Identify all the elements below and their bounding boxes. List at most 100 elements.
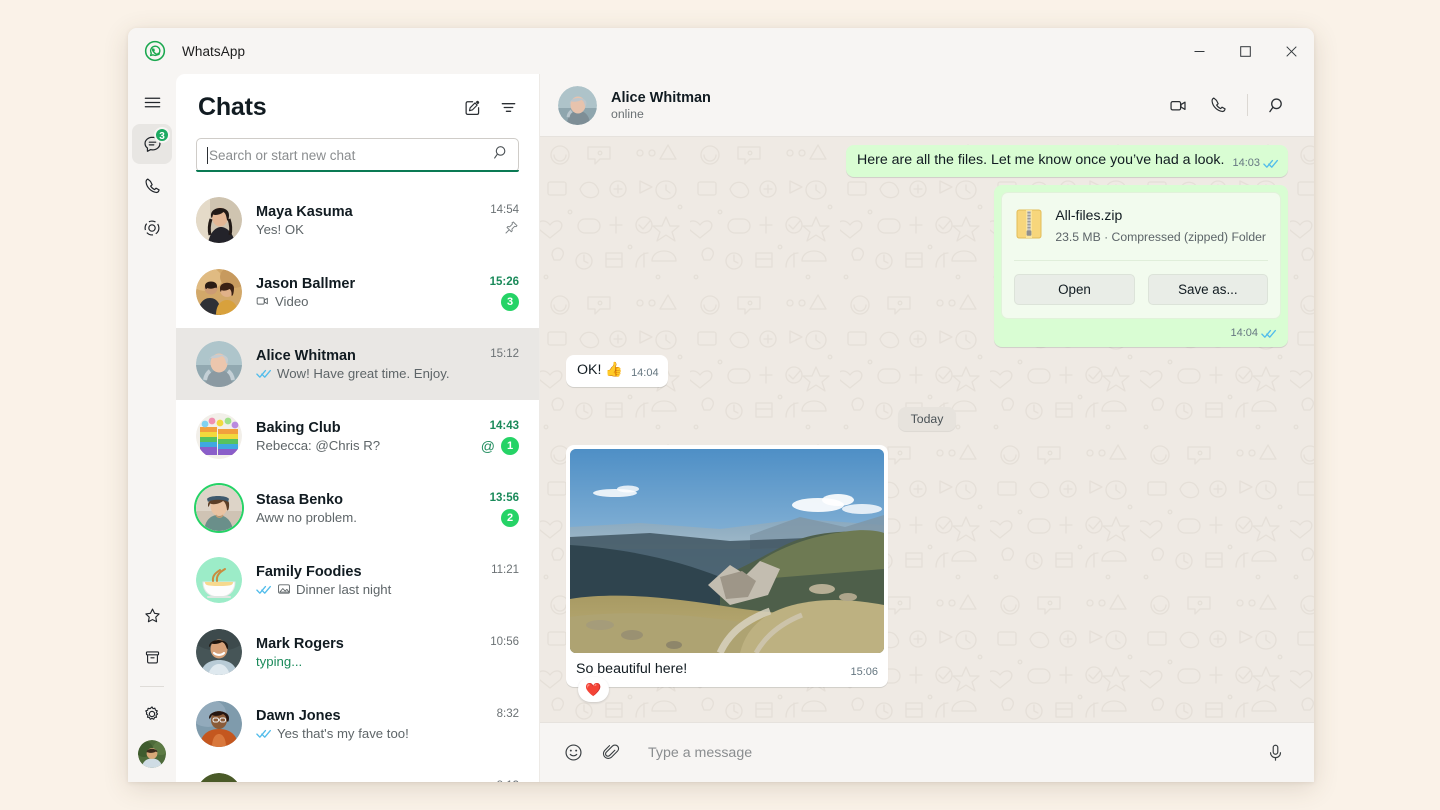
chat-list-item[interactable]: Family FoodiesDinner last night11:21 [176,544,539,616]
open-file-button[interactable]: Open [1014,274,1134,305]
message-text: OK! 👍 [577,362,623,378]
phone-icon[interactable] [1199,86,1237,124]
chat-item-message: Rebecca: @Chris R? [256,438,380,453]
mountain-ridge-photo[interactable] [570,449,884,653]
chat-item-meta: 14:43 @1 [477,413,519,459]
chat-item-content: Alice Whitman Wow! Have great time. Enjoy… [242,348,477,381]
video-camera-icon[interactable] [1159,86,1197,124]
chat-item-badges: 3 [501,293,519,311]
avatar[interactable] [196,269,242,315]
rail-divider [140,686,164,687]
archive-box-icon[interactable] [132,637,172,677]
compose-pencil-icon[interactable] [455,90,489,124]
avatar[interactable] [196,557,242,603]
microphone-icon[interactable] [1256,734,1294,772]
chat-item-time: 8:13 [497,780,519,783]
maximize-button[interactable] [1222,28,1268,74]
avatar[interactable] [196,773,242,782]
chat-item-name: Alice Whitman [256,348,477,364]
zip-folder-icon [1016,209,1042,245]
chat-list-item[interactable]: Alice Whitman Wow! Have great time. Enjoy… [176,328,539,400]
file-name: All-files.zip [1055,206,1266,225]
smiley-icon[interactable] [554,734,592,772]
avatar[interactable] [196,629,242,675]
search-box[interactable] [196,138,519,172]
message-reaction[interactable]: ❤️ [578,677,609,702]
hamburger-menu-icon[interactable] [132,82,172,122]
save-as-button[interactable]: Save as... [1148,274,1268,305]
message-bubble-text[interactable]: OK! 👍14:04 [566,355,668,387]
filter-icon[interactable] [491,90,525,124]
pin-icon [504,220,519,240]
search-input[interactable] [209,148,493,163]
chat-item-content: Jason BallmerVideo [242,276,477,309]
video-icon [256,294,270,308]
chat-list-item[interactable]: Jason BallmerVideo 15:26 3 [176,256,539,328]
star-icon[interactable] [132,595,172,635]
chat-item-badges: 2 [501,509,519,527]
avatar[interactable] [196,341,242,387]
chat-item-meta: 11:21 [477,557,519,603]
double-check-icon [256,584,272,595]
chat-list-item[interactable]: Maya KasumaYes! OK14:54 [176,184,539,256]
avatar[interactable] [196,701,242,747]
message-bubble-image[interactable]: So beautiful here! 15:06 ❤️ [566,445,888,687]
paperclip-icon[interactable] [592,734,630,772]
chat-item-content: Baking ClubRebecca: @Chris R? [242,420,477,453]
double-check-icon [256,368,272,379]
chat-item-time: 8:32 [497,708,519,720]
sidebar-item-calls[interactable] [132,166,172,206]
close-button[interactable] [1268,28,1314,74]
chat-list[interactable]: Maya KasumaYes! OK14:54 Jason BallmerVid… [176,184,539,782]
search-icon[interactable] [493,144,510,166]
unread-count-badge: 1 [501,437,519,455]
message-meta: 15:06 [850,663,878,682]
message-row: Here are all the files. Let me know once… [566,145,1288,177]
sidebar-item-status[interactable] [132,208,172,248]
page-title: Chats [198,93,266,122]
chat-list-item[interactable]: Dawn JonesYes that's my fave too!8:32 [176,688,539,760]
window-controls [1176,28,1314,74]
message-input[interactable] [630,745,1256,761]
message-row: OK! 👍14:04 [566,355,1288,387]
avatar[interactable] [196,413,242,459]
profile-avatar[interactable] [138,740,166,768]
file-info: All-files.zip 23.5 MB · Compressed (zipp… [1002,193,1280,260]
chat-list-item[interactable]: Ziggy Woodley8:13 [176,760,539,782]
unread-count-badge: 3 [501,293,519,311]
minimize-button[interactable] [1176,28,1222,74]
chat-item-meta: 10:56 [477,629,519,675]
double-check-icon [1263,158,1279,169]
chat-item-time: 15:26 [490,276,519,288]
title-bar: WhatsApp [128,28,1314,74]
message-time: 14:04 [1230,324,1258,343]
message-composer [540,722,1314,782]
chat-item-time: 11:21 [491,564,519,576]
chat-item-badges [504,221,519,239]
sidebar-item-chats[interactable]: 3 [132,124,172,164]
avatar[interactable] [196,485,242,531]
chat-item-meta: 8:13 [477,773,519,782]
chat-item-time: 14:54 [490,204,519,216]
search-icon[interactable] [1258,86,1296,124]
message-bubble-text[interactable]: Here are all the files. Let me know once… [846,145,1288,177]
message-bubble-file[interactable]: All-files.zip 23.5 MB · Compressed (zipp… [994,185,1288,347]
chat-item-name: Dawn Jones [256,708,477,724]
chat-list-item[interactable]: Baking ClubRebecca: @Chris R? 14:43 @1 [176,400,539,472]
chat-item-time: 14:43 [490,420,519,432]
message-area[interactable]: Here are all the files. Let me know once… [540,137,1314,722]
double-check-icon [1261,328,1277,339]
avatar[interactable] [558,86,597,125]
chat-list-item[interactable]: Stasa BenkoAww no problem.13:562 [176,472,539,544]
file-bubble-meta: 14:04 [1001,319,1281,343]
chat-item-meta: 13:562 [477,485,519,531]
avatar[interactable] [196,197,242,243]
message-time: 15:06 [850,663,878,682]
conversation-actions [1159,86,1296,124]
chat-item-name: Stasa Benko [256,492,477,508]
mention-icon: @ [481,439,495,453]
gear-icon[interactable] [132,694,172,734]
chat-item-preview: Wow! Have great time. Enjoy. [256,366,477,381]
chat-list-header: Chats [176,74,539,128]
chat-list-item[interactable]: Mark Rogerstyping...10:56 [176,616,539,688]
